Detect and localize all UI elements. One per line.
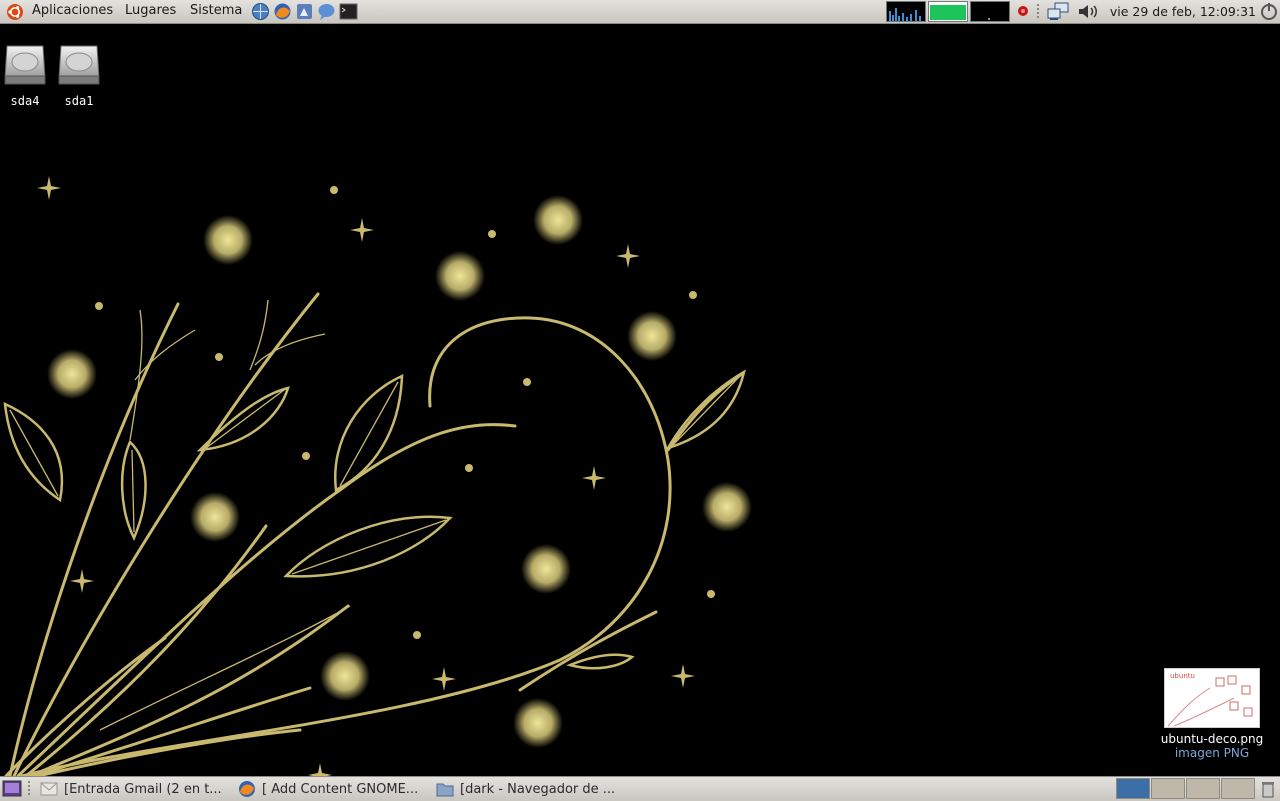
task-label: [ Add Content GNOME... [262,781,419,797]
system-monitor-icon[interactable] [886,1,926,22]
workspace-2[interactable] [1151,778,1185,799]
drive-label: sda4 [10,94,40,108]
mail-icon [40,782,58,796]
menu-lugares[interactable]: Lugares [125,3,176,18]
image-thumbnail-icon: ubuntu [1164,668,1260,728]
top-panel: Aplicaciones Lugares Sistema vie 29 de f… [0,0,1280,24]
panel-handle-icon [1037,4,1039,18]
network-icon[interactable] [1046,1,1070,22]
bottom-panel: [Entrada Gmail (2 en t... [ Add Content … [0,776,1280,801]
panel-handle-icon [28,781,30,795]
task-gmail[interactable]: [Entrada Gmail (2 en t... [40,779,222,799]
terminal-icon[interactable] [339,2,358,21]
drive-sda1[interactable]: sda1 [54,42,104,108]
drive-label: sda1 [64,94,94,108]
firefox-icon [239,781,255,797]
svg-text:ubuntu: ubuntu [1170,672,1195,680]
harddrive-icon [4,45,46,85]
alert-icon[interactable] [1014,1,1032,22]
workspace-4[interactable] [1221,778,1255,799]
harddrive-icon [58,45,100,85]
show-desktop-icon[interactable] [2,779,22,799]
file-name: ubuntu-deco.png [1160,732,1264,746]
trash-icon[interactable] [1260,779,1276,799]
clock[interactable]: vie 29 de feb, 12:09:31 [1110,4,1256,19]
ubuntu-logo-icon[interactable] [6,3,24,21]
power-icon[interactable] [1259,1,1279,22]
network-globe-icon[interactable] [251,2,270,21]
workspace-1[interactable] [1116,778,1150,799]
image-editor-icon[interactable] [295,2,314,21]
task-label: [Entrada Gmail (2 en t... [64,781,222,797]
task-navegador[interactable]: [dark - Navegador de ... [436,779,615,799]
task-label: [dark - Navegador de ... [460,781,616,797]
wallpaper [3,176,752,776]
task-add-content[interactable]: [ Add Content GNOME... [238,779,418,799]
folder-icon [436,783,454,797]
menu-aplicaciones[interactable]: Aplicaciones [32,3,113,18]
workspace-3[interactable] [1186,778,1220,799]
desktop[interactable]: sda4 sda1 ubuntu ubuntu-deco.png imagen … [0,24,1280,776]
file-type: imagen PNG [1174,746,1250,760]
file-ubuntu-deco[interactable]: ubuntu ubuntu-deco.png imagen PNG [1150,668,1274,760]
menu-sistema[interactable]: Sistema [190,3,242,18]
cpu-graph-icon[interactable] [970,1,1010,22]
volume-icon[interactable] [1076,1,1102,22]
drive-sda4[interactable]: sda4 [0,42,50,108]
firefox-icon[interactable] [273,2,292,21]
chat-icon[interactable] [317,2,336,21]
battery-icon[interactable] [928,1,968,22]
